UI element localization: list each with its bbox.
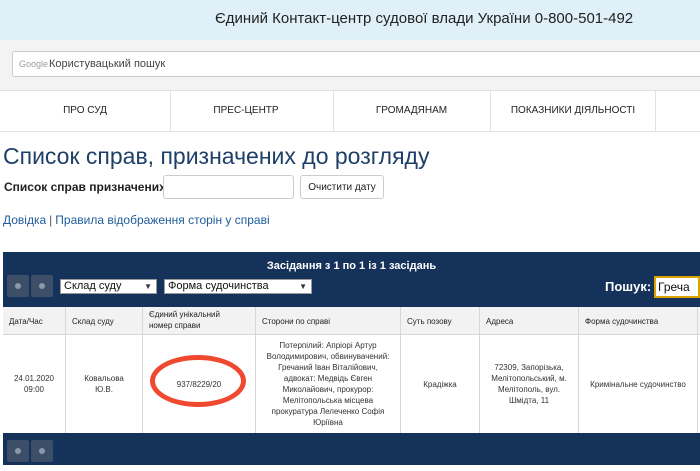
clear-date-button[interactable]: Очистити дату bbox=[300, 175, 384, 199]
hearings-count: Засідання з 1 по 1 із 1 засідань bbox=[266, 260, 437, 272]
parties-line: Гречаний Іван Віталійович, bbox=[278, 363, 378, 372]
contact-center-bar: Єдиний Контакт-центр судової влади Украї… bbox=[0, 0, 700, 40]
main-nav: ПРО СУД ПРЕС-ЦЕНТР ГРОМАДЯНАМ ПОКАЗНИКИ … bbox=[0, 90, 700, 132]
nav-separator bbox=[655, 91, 656, 131]
nav-item-citizens[interactable]: ГРОМАДЯНАМ bbox=[334, 91, 489, 131]
chevron-down-icon: ▼ bbox=[299, 282, 307, 291]
cell-date-time: 09:00 bbox=[23, 385, 45, 394]
col-header-parties[interactable]: Сторони по справі bbox=[256, 307, 400, 335]
col-header-court[interactable]: Склад суду bbox=[66, 307, 142, 335]
address-line: 72309, Запорізька, bbox=[494, 363, 564, 372]
help-link[interactable]: Довідка bbox=[3, 213, 46, 227]
date-label: Список справ призначених на bbox=[4, 180, 184, 194]
proceeding-form-select[interactable]: Форма судочинства ▼ bbox=[164, 279, 312, 294]
hearings-search-input[interactable] bbox=[654, 276, 700, 298]
cell-date-day: 24.01.2020 bbox=[13, 374, 55, 383]
col-header-case-number-line1: Єдиний унікальний bbox=[149, 310, 220, 319]
cell-form: Кримінальне судочинство bbox=[590, 379, 686, 389]
cell-court: Ковальова Ю.В. bbox=[66, 335, 142, 433]
address-line: Мелітопольський, м. bbox=[491, 374, 567, 383]
search-label: Пошук: bbox=[605, 279, 652, 294]
proceeding-form-value: Форма судочинства bbox=[168, 280, 269, 292]
col-header-case-number[interactable]: Єдиний унікальний номер справи bbox=[143, 307, 255, 335]
chevron-down-icon: ▼ bbox=[144, 282, 152, 291]
parties-line: Юріївна bbox=[313, 418, 343, 427]
hearings-footer bbox=[3, 433, 700, 465]
address-line: Шмідта, 11 bbox=[508, 396, 550, 405]
nav-item-about-court[interactable]: ПРО СУД bbox=[0, 91, 170, 131]
nav-item-performance[interactable]: ПОКАЗНИКИ ДІЯЛЬНОСТІ bbox=[491, 91, 655, 131]
help-links: Довідка | Правила відображення сторін у сп… bbox=[3, 213, 270, 227]
parties-line: Мелітопольська місцева bbox=[282, 396, 374, 405]
contact-center-title: Єдиний Контакт-центр судової влади Украї… bbox=[215, 10, 634, 27]
page-title: Список справ, призначених до розгляду bbox=[3, 143, 430, 169]
cell-court-line1: Ковальова bbox=[84, 374, 124, 383]
cell-date: 24.01.2020 09:00 bbox=[3, 335, 65, 433]
col-header-case-number-line2: номер справи bbox=[149, 321, 201, 330]
nav-item-press-center[interactable]: ПРЕС-ЦЕНТР bbox=[171, 91, 321, 131]
next-icon[interactable] bbox=[31, 275, 53, 297]
custom-search-input[interactable] bbox=[49, 55, 649, 73]
prev-icon[interactable] bbox=[7, 275, 29, 297]
column-divider bbox=[697, 307, 698, 433]
google-search-box[interactable]: Google bbox=[12, 51, 700, 77]
highlight-circle bbox=[150, 355, 246, 407]
cell-claim: Крадіжка bbox=[423, 379, 457, 389]
address-line: Мелітополь, вул. bbox=[497, 385, 561, 394]
parties-line: прокуратура Лелеченко Софія bbox=[271, 407, 385, 416]
google-logo: Google bbox=[19, 59, 49, 69]
cell-court-line2: Ю.В. bbox=[95, 385, 113, 394]
col-header-form[interactable]: Форма судочинства bbox=[579, 307, 697, 335]
col-header-claim[interactable]: Суть позову bbox=[401, 307, 479, 335]
col-header-date[interactable]: Дата/Час bbox=[3, 307, 65, 335]
prev-icon[interactable] bbox=[7, 440, 29, 462]
parties-line: Володимирович, обвинувачений: bbox=[266, 352, 390, 361]
date-input[interactable] bbox=[163, 175, 294, 199]
col-header-address[interactable]: Адреса bbox=[480, 307, 578, 335]
cell-address: 72309, Запорізька, Мелітопольський, м. М… bbox=[480, 335, 578, 433]
court-composition-value: Склад суду bbox=[64, 280, 122, 292]
parties-line: адвокат: Медвідь Євген bbox=[283, 374, 373, 383]
parties-line: Миколайович, прокурор: bbox=[282, 385, 374, 394]
cell-parties: Потерпілий: Апріорі Артур Володимирович,… bbox=[256, 335, 400, 433]
court-composition-select[interactable]: Склад суду ▼ bbox=[60, 279, 157, 294]
display-rules-link[interactable]: Правила відображення сторін у справі bbox=[55, 213, 269, 227]
parties-line: Потерпілий: Апріорі Артур bbox=[279, 341, 377, 350]
link-separator: | bbox=[49, 213, 53, 227]
hearings-table: Дата/Час Склад суду Єдиний унікальний но… bbox=[3, 307, 700, 433]
next-icon[interactable] bbox=[31, 440, 53, 462]
